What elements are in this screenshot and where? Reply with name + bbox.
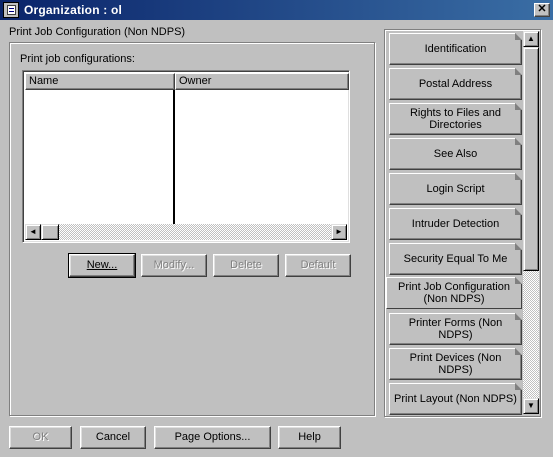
scroll-right-button[interactable]: ► xyxy=(331,224,347,240)
tab-vertical-scrollbar[interactable]: ▲ ▼ xyxy=(523,31,539,414)
list-header: Name Owner xyxy=(25,73,349,90)
cancel-button[interactable]: Cancel xyxy=(80,426,146,449)
list-label: Print job configurations: xyxy=(20,53,135,65)
scroll-up-button[interactable]: ▲ xyxy=(523,31,539,47)
new-button[interactable]: New... xyxy=(68,253,136,278)
default-button[interactable]: Default xyxy=(285,254,351,277)
tab-see-also[interactable]: See Also xyxy=(389,138,522,170)
tab-label: Identification xyxy=(424,43,487,55)
page-heading: Print Job Configuration (Non NDPS) xyxy=(9,26,186,38)
tab-print-layout[interactable]: Print Layout (Non NDPS) xyxy=(389,383,522,415)
column-header-name[interactable]: Name xyxy=(25,73,175,90)
delete-button[interactable]: Delete xyxy=(213,254,279,277)
tab-label: Security Equal To Me xyxy=(403,253,508,265)
page-options-button[interactable]: Page Options... xyxy=(154,426,271,449)
tab-print-devices[interactable]: Print Devices (Non NDPS) xyxy=(389,348,522,380)
horizontal-scroll-thumb[interactable] xyxy=(41,224,59,240)
help-button[interactable]: Help xyxy=(278,426,341,449)
tab-print-job-configuration[interactable]: Print Job Configuration (Non NDPS) xyxy=(386,277,522,309)
tab-security-equal-to-me[interactable]: Security Equal To Me xyxy=(389,243,522,275)
tab-label: Intruder Detection xyxy=(411,218,500,230)
modify-button[interactable]: Modify... xyxy=(141,254,207,277)
scroll-left-button[interactable]: ◄ xyxy=(25,224,41,240)
print-job-list[interactable]: Name Owner ◄ ► xyxy=(22,70,350,243)
tab-label: Login Script xyxy=(426,183,485,195)
column-divider xyxy=(173,90,175,226)
tab-printer-forms[interactable]: Printer Forms (Non NDPS) xyxy=(389,313,522,345)
scroll-down-button[interactable]: ▼ xyxy=(523,398,539,414)
column-header-owner[interactable]: Owner xyxy=(175,73,349,90)
tab-label: Rights to Files and Directories xyxy=(409,107,502,131)
title-bar[interactable]: Organization : ol ✕ xyxy=(0,0,553,20)
tab-label: See Also xyxy=(433,148,478,160)
window-title: Organization : ol xyxy=(24,3,123,17)
tab-label: Print Layout (Non NDPS) xyxy=(394,393,517,405)
app-icon[interactable] xyxy=(3,2,19,18)
tab-label: Postal Address xyxy=(418,78,493,90)
tab-login-script[interactable]: Login Script xyxy=(389,173,522,205)
ok-button[interactable]: OK xyxy=(9,426,72,449)
tab-label: Printer Forms (Non NDPS) xyxy=(408,317,503,341)
tab-intruder-detection[interactable]: Intruder Detection xyxy=(389,208,522,240)
tab-label: Print Devices (Non NDPS) xyxy=(409,352,502,376)
tab-label: Print Job Configuration (Non NDPS) xyxy=(398,281,510,305)
new-button-label: New... xyxy=(86,259,118,271)
tab-postal-address[interactable]: Postal Address xyxy=(389,68,522,100)
vertical-scroll-thumb[interactable] xyxy=(523,47,539,271)
tab-rights-to-files[interactable]: Rights to Files and Directories xyxy=(389,103,522,135)
horizontal-scrollbar[interactable]: ◄ ► xyxy=(25,224,347,240)
close-button[interactable]: ✕ xyxy=(534,3,550,17)
tab-identification[interactable]: Identification xyxy=(389,33,522,65)
